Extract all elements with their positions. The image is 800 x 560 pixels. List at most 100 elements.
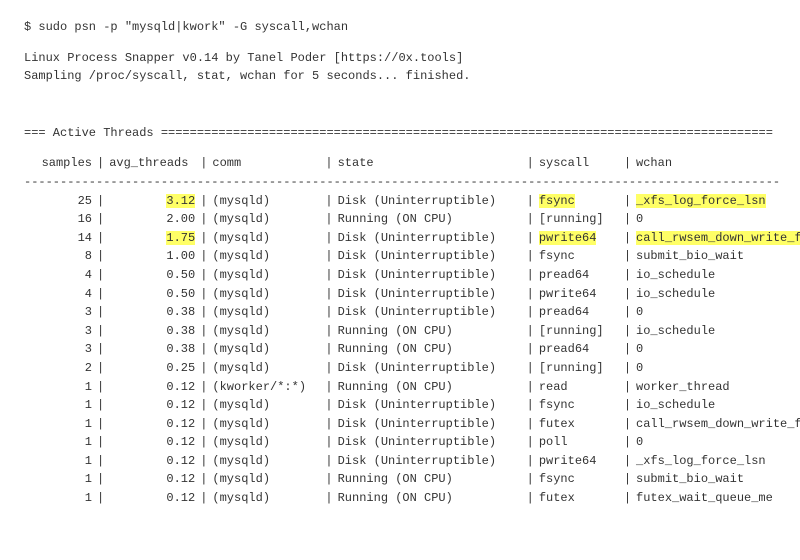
state-value: Disk (Uninterruptible) <box>338 359 522 378</box>
wchan-value: _xfs_log_force_lsn <box>636 192 766 211</box>
samples-value: 1 <box>24 470 92 489</box>
avg-threads-value: 0.12 <box>109 470 195 489</box>
wchan-value: call_rwsem_down_write_failed <box>636 415 800 434</box>
wchan-value: futex_wait_queue_me <box>636 489 773 508</box>
comm-value: (mysqld) <box>212 229 320 248</box>
wchan-value: worker_thread <box>636 378 730 397</box>
comm-value: (kworker/*:*) <box>212 378 320 397</box>
avg-threads-value: 0.12 <box>109 489 195 508</box>
col-wchan: wchan <box>636 154 672 173</box>
wchan-value: io_schedule <box>636 285 715 304</box>
comm-value: (mysqld) <box>212 470 320 489</box>
samples-value: 1 <box>24 433 92 452</box>
syscall-value: [running] <box>539 322 619 341</box>
avg-threads-value: 0.12 <box>109 378 195 397</box>
table-row: 1|0.12|(mysqld)|Disk (Uninterruptible)|f… <box>24 396 776 415</box>
table-row: 1|0.12|(mysqld)|Running (ON CPU)|fsync|s… <box>24 470 776 489</box>
col-samples: samples <box>24 154 92 173</box>
avg-threads-value: 0.12 <box>109 452 195 471</box>
state-value: Disk (Uninterruptible) <box>338 247 522 266</box>
col-comm: comm <box>212 154 320 173</box>
wchan-value: 0 <box>636 340 643 359</box>
avg-threads-value: 0.50 <box>109 285 195 304</box>
state-value: Disk (Uninterruptible) <box>338 396 522 415</box>
comm-value: (mysqld) <box>212 396 320 415</box>
avg-threads-value: 0.25 <box>109 359 195 378</box>
comm-value: (mysqld) <box>212 452 320 471</box>
banner-line-2: Sampling /proc/syscall, stat, wchan for … <box>24 67 776 86</box>
table-row: 3|0.38|(mysqld)|Disk (Uninterruptible)|p… <box>24 303 776 322</box>
avg-threads-value: 2.00 <box>109 210 195 229</box>
table-row: 1|0.12|(mysqld)|Disk (Uninterruptible)|f… <box>24 415 776 434</box>
comm-value: (mysqld) <box>212 192 320 211</box>
state-value: Disk (Uninterruptible) <box>338 266 522 285</box>
wchan-value: _xfs_log_force_lsn <box>636 452 766 471</box>
comm-value: (mysqld) <box>212 322 320 341</box>
table-header: samples|avg_threads|comm|state|syscall|w… <box>24 154 776 173</box>
section-title: === Active Threads =====================… <box>24 124 776 143</box>
syscall-value: pwrite64 <box>539 229 619 248</box>
syscall-value: read <box>539 378 619 397</box>
table-row: 25|3.12|(mysqld)|Disk (Uninterruptible)|… <box>24 192 776 211</box>
samples-value: 3 <box>24 322 92 341</box>
col-syscall: syscall <box>539 154 619 173</box>
table-row: 2|0.25|(mysqld)|Disk (Uninterruptible)|[… <box>24 359 776 378</box>
samples-value: 2 <box>24 359 92 378</box>
syscall-value: [running] <box>539 359 619 378</box>
avg-threads-value: 0.38 <box>109 322 195 341</box>
samples-value: 4 <box>24 285 92 304</box>
comm-value: (mysqld) <box>212 210 320 229</box>
wchan-value: submit_bio_wait <box>636 247 744 266</box>
samples-value: 8 <box>24 247 92 266</box>
syscall-value: pwrite64 <box>539 452 619 471</box>
comm-value: (mysqld) <box>212 340 320 359</box>
syscall-value: pwrite64 <box>539 285 619 304</box>
samples-value: 3 <box>24 340 92 359</box>
table-row: 1|0.12|(mysqld)|Disk (Uninterruptible)|p… <box>24 433 776 452</box>
col-avg-threads: avg_threads <box>109 154 195 173</box>
samples-value: 1 <box>24 452 92 471</box>
table-row: 4|0.50|(mysqld)|Disk (Uninterruptible)|p… <box>24 266 776 285</box>
table-row: 1|0.12|(mysqld)|Running (ON CPU)|futex|f… <box>24 489 776 508</box>
wchan-value: io_schedule <box>636 322 715 341</box>
syscall-value: pread64 <box>539 340 619 359</box>
comm-value: (mysqld) <box>212 433 320 452</box>
state-value: Running (ON CPU) <box>338 322 522 341</box>
wchan-value: 0 <box>636 433 643 452</box>
wchan-value: io_schedule <box>636 396 715 415</box>
state-value: Disk (Uninterruptible) <box>338 433 522 452</box>
samples-value: 25 <box>24 192 92 211</box>
syscall-value: pread64 <box>539 303 619 322</box>
table-row: 8|1.00|(mysqld)|Disk (Uninterruptible)|f… <box>24 247 776 266</box>
avg-threads-value: 0.12 <box>109 433 195 452</box>
state-value: Running (ON CPU) <box>338 489 522 508</box>
avg-threads-value: 0.38 <box>109 340 195 359</box>
table-row: 3|0.38|(mysqld)|Running (ON CPU)|pread64… <box>24 340 776 359</box>
separator: ----------------------------------------… <box>24 173 776 192</box>
comm-value: (mysqld) <box>212 359 320 378</box>
comm-value: (mysqld) <box>212 489 320 508</box>
samples-value: 1 <box>24 489 92 508</box>
state-value: Running (ON CPU) <box>338 210 522 229</box>
avg-threads-value: 1.00 <box>109 247 195 266</box>
command-prompt: $ sudo psn -p "mysqld|kwork" -G syscall,… <box>24 18 776 37</box>
wchan-value: 0 <box>636 303 643 322</box>
avg-threads-value: 3.12 <box>109 192 195 211</box>
state-value: Disk (Uninterruptible) <box>338 285 522 304</box>
syscall-value: fsync <box>539 247 619 266</box>
state-value: Running (ON CPU) <box>338 470 522 489</box>
avg-threads-value: 0.12 <box>109 396 195 415</box>
avg-threads-value: 0.12 <box>109 415 195 434</box>
samples-value: 14 <box>24 229 92 248</box>
wchan-value: call_rwsem_down_write_failed <box>636 229 800 248</box>
avg-threads-value: 0.38 <box>109 303 195 322</box>
syscall-value: futex <box>539 415 619 434</box>
avg-threads-value: 0.50 <box>109 266 195 285</box>
syscall-value: [running] <box>539 210 619 229</box>
comm-value: (mysqld) <box>212 266 320 285</box>
state-value: Running (ON CPU) <box>338 340 522 359</box>
state-value: Disk (Uninterruptible) <box>338 229 522 248</box>
state-value: Disk (Uninterruptible) <box>338 452 522 471</box>
banner-line-1: Linux Process Snapper v0.14 by Tanel Pod… <box>24 49 776 68</box>
samples-value: 16 <box>24 210 92 229</box>
